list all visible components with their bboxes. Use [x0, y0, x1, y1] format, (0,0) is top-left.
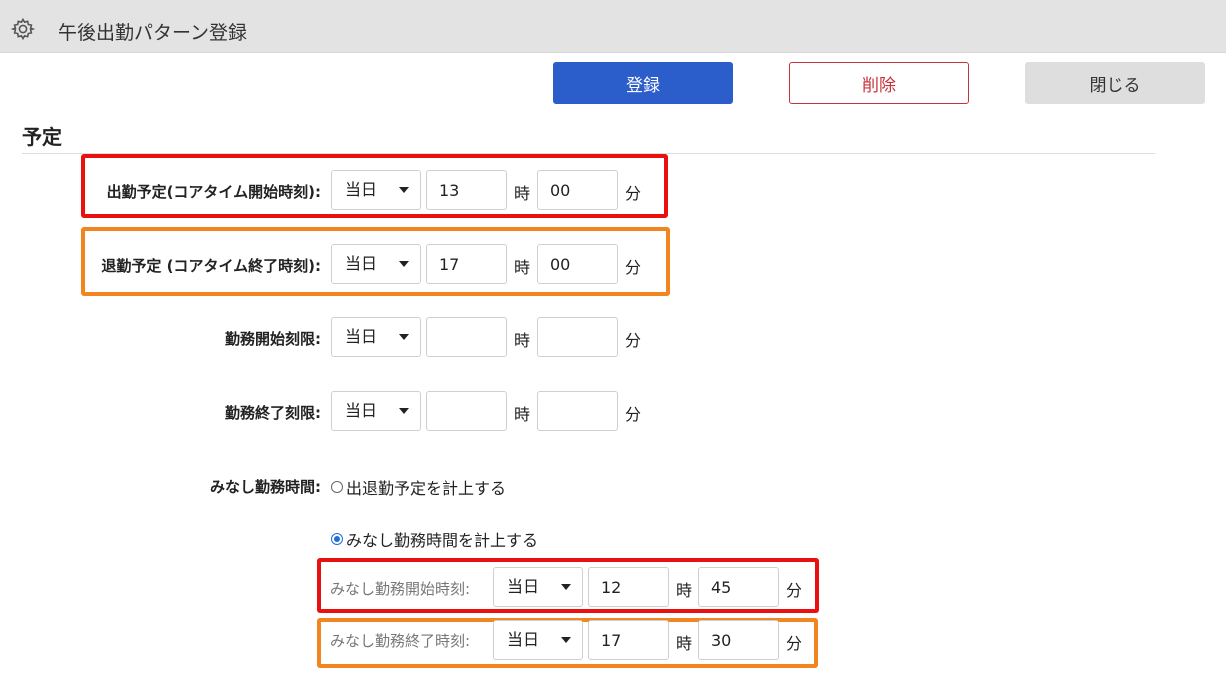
- gear-icon[interactable]: [10, 17, 36, 41]
- work-end-limit-label: 勤務終了刻限:: [225, 404, 321, 422]
- deemed-end-label: みなし勤務終了時刻:: [330, 632, 471, 650]
- start-plan-day-value: 当日: [345, 180, 378, 199]
- work-start-limit-day-select[interactable]: 当日: [331, 317, 421, 357]
- deemed-start-minute-input[interactable]: [698, 567, 779, 607]
- chevron-down-icon: [399, 187, 409, 193]
- delete-button[interactable]: 削除: [789, 62, 969, 104]
- minute-unit: 分: [786, 634, 803, 653]
- deemed-start-day-select[interactable]: 当日: [493, 567, 583, 607]
- work-end-limit-hour-input[interactable]: [426, 391, 507, 431]
- start-plan-minute-input[interactable]: [537, 170, 618, 210]
- hour-unit: 時: [514, 331, 531, 350]
- radio-checked-icon[interactable]: [331, 533, 343, 545]
- end-plan-label: 退勤予定 (コアタイム終了時刻):: [101, 257, 321, 275]
- start-plan-label: 出勤予定(コアタイム開始時刻):: [106, 183, 321, 201]
- radio-option-deemed-label: みなし勤務時間を計上する: [346, 531, 539, 550]
- hour-unit: 時: [676, 634, 693, 653]
- minute-unit: 分: [625, 184, 642, 203]
- deemed-end-hour-input[interactable]: [588, 620, 669, 660]
- work-start-limit-minute-input[interactable]: [537, 317, 618, 357]
- chevron-down-icon: [399, 408, 409, 414]
- end-plan-day-select[interactable]: 当日: [331, 244, 421, 284]
- deemed-end-day-select[interactable]: 当日: [493, 620, 583, 660]
- work-end-limit-minute-input[interactable]: [537, 391, 618, 431]
- chevron-down-icon: [561, 637, 571, 643]
- work-start-limit-label: 勤務開始刻限:: [225, 330, 321, 348]
- minute-unit: 分: [786, 581, 803, 600]
- chevron-down-icon: [561, 584, 571, 590]
- radio-unchecked-icon[interactable]: [331, 481, 343, 493]
- hour-unit: 時: [514, 184, 531, 203]
- work-end-limit-day-value: 当日: [345, 401, 378, 420]
- window-title: 午後出勤パターン登録: [58, 22, 248, 44]
- start-plan-day-select[interactable]: 当日: [331, 170, 421, 210]
- deemed-end-day-value: 当日: [507, 630, 540, 649]
- minute-unit: 分: [625, 405, 642, 424]
- deemed-label: みなし勤務時間:: [210, 478, 321, 496]
- minute-unit: 分: [625, 258, 642, 277]
- chevron-down-icon: [399, 261, 409, 267]
- end-plan-hour-input[interactable]: [426, 244, 507, 284]
- section-title: 予定: [22, 125, 62, 149]
- radio-option-deemed[interactable]: みなし勤務時間を計上する: [331, 527, 538, 551]
- radio-option-plan[interactable]: 出退勤予定を計上する: [331, 475, 506, 499]
- end-plan-day-value: 当日: [345, 254, 378, 273]
- chevron-down-icon: [399, 334, 409, 340]
- deemed-start-hour-input[interactable]: [588, 567, 669, 607]
- hour-unit: 時: [514, 405, 531, 424]
- start-plan-hour-input[interactable]: [426, 170, 507, 210]
- hour-unit: 時: [676, 581, 693, 600]
- work-end-limit-day-select[interactable]: 当日: [331, 391, 421, 431]
- deemed-end-minute-input[interactable]: [698, 620, 779, 660]
- work-start-limit-hour-input[interactable]: [426, 317, 507, 357]
- deemed-start-label: みなし勤務開始時刻:: [330, 580, 471, 598]
- work-start-limit-day-value: 当日: [345, 327, 378, 346]
- hour-unit: 時: [514, 258, 531, 277]
- deemed-start-day-value: 当日: [507, 577, 540, 596]
- end-plan-minute-input[interactable]: [537, 244, 618, 284]
- title-bar: 午後出勤パターン登録: [0, 0, 1226, 53]
- register-button[interactable]: 登録: [553, 62, 733, 104]
- radio-option-plan-label: 出退勤予定を計上する: [346, 479, 507, 498]
- minute-unit: 分: [625, 331, 642, 350]
- close-button[interactable]: 閉じる: [1025, 62, 1205, 104]
